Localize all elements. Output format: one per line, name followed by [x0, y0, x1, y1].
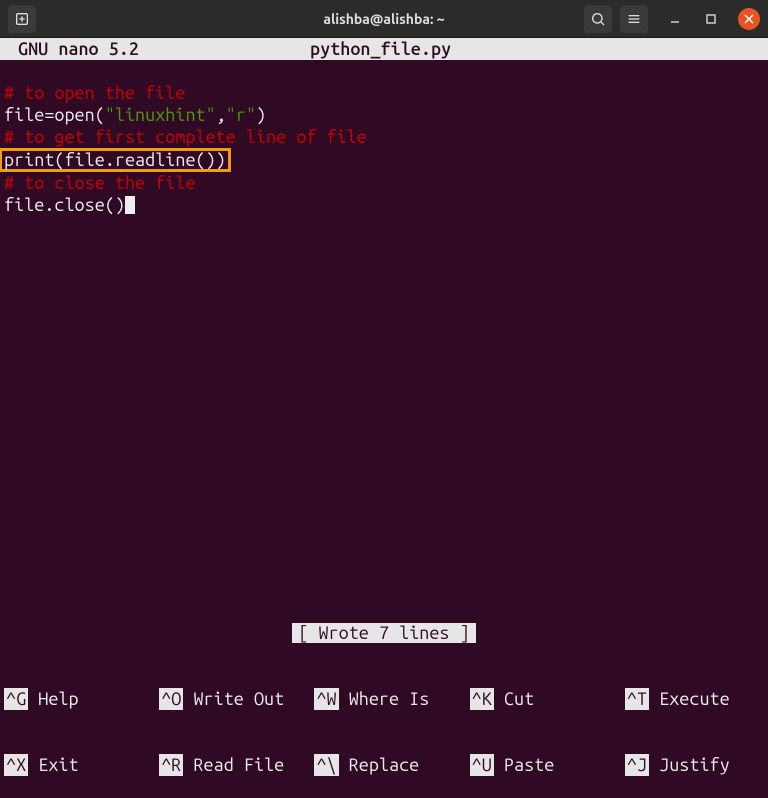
shortcut-item[interactable]: ^W Where Is [314, 688, 469, 710]
code-comment: # to close the file [4, 173, 196, 193]
shortcut-key: ^U [470, 754, 494, 776]
window-titlebar: alishba@alishba: ~ [0, 0, 768, 38]
editor-area[interactable]: # to open the file file=open("linuxhint"… [0, 60, 768, 216]
shortcut-item[interactable]: ^X Exit [4, 754, 159, 776]
close-button[interactable] [738, 8, 760, 30]
shortcut-key: ^X [4, 754, 28, 776]
code-comment: # to get first complete line of file [4, 127, 367, 147]
shortcut-label: Read File [183, 754, 314, 776]
shortcut-label: Exit [28, 754, 159, 776]
code-line: file=open("linuxhint","r") [4, 105, 266, 125]
shortcut-label: Paste [494, 754, 625, 776]
cursor [125, 196, 135, 214]
shortcut-item[interactable]: ^\ Replace [314, 754, 469, 776]
status-message: [ Wrote 7 lines ] [292, 623, 475, 643]
maximize-button[interactable] [702, 10, 720, 28]
shortcut-label: Execute [649, 688, 730, 710]
shortcut-item[interactable]: ^T Execute [625, 688, 730, 710]
window-title: alishba@alishba: ~ [323, 11, 444, 27]
shortcut-label: Help [28, 688, 159, 710]
shortcut-item[interactable]: ^G Help [4, 688, 159, 710]
shortcut-bar: ^G Help ^O Write Out ^W Where Is ^K Cut … [0, 644, 768, 688]
shortcut-key: ^O [159, 688, 183, 710]
shortcut-key: ^W [314, 688, 338, 710]
highlighted-code: print(file.readline()) [0, 148, 231, 172]
nano-header: GNU nano 5.2 python_file.py [0, 38, 768, 60]
shortcut-label: Cut [494, 688, 625, 710]
nano-version: GNU nano 5.2 [0, 38, 310, 60]
shortcut-item[interactable]: ^J Justify [625, 754, 730, 776]
new-tab-button[interactable] [8, 5, 36, 33]
shortcut-item[interactable]: ^K Cut [470, 688, 625, 710]
shortcut-key: ^\ [314, 754, 338, 776]
nano-filename: python_file.py [310, 38, 768, 60]
shortcut-key: ^R [159, 754, 183, 776]
shortcut-item[interactable]: ^U Paste [470, 754, 625, 776]
shortcut-key: ^J [625, 754, 649, 776]
shortcut-label: Write Out [183, 688, 314, 710]
shortcut-label: Where Is [339, 688, 470, 710]
status-line: [ Wrote 7 lines ] [0, 622, 768, 644]
shortcut-item[interactable]: ^R Read File [159, 754, 314, 776]
shortcut-item[interactable]: ^O Write Out [159, 688, 314, 710]
shortcut-key: ^K [470, 688, 494, 710]
code-line: file.close() [4, 195, 135, 215]
menu-button[interactable] [620, 5, 648, 33]
shortcut-key: ^G [4, 688, 28, 710]
shortcut-label: Replace [339, 754, 470, 776]
search-button[interactable] [584, 5, 612, 33]
shortcut-key: ^T [625, 688, 649, 710]
minimize-button[interactable] [666, 10, 684, 28]
shortcut-label: Justify [649, 754, 730, 776]
code-comment: # to open the file [4, 83, 185, 103]
